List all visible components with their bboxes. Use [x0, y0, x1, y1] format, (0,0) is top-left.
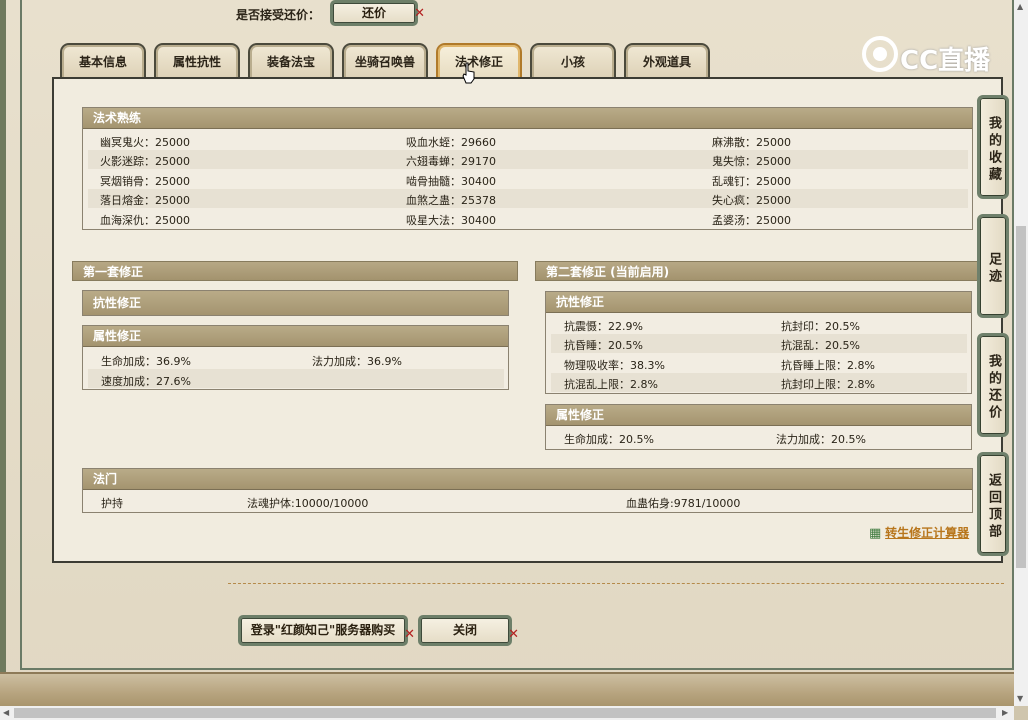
set1-resist-box: 抗性修正 [82, 290, 509, 316]
vertical-scroll-thumb[interactable] [1016, 226, 1026, 568]
spell-mastery-cell: 鬼失惊：25000 [712, 155, 791, 168]
horizontal-scrollbar[interactable]: ◀ ▶ [0, 706, 1014, 720]
tab-mounts-summons[interactable]: 坐骑召唤兽 [342, 43, 428, 79]
tab-basic-info[interactable]: 基本信息 [60, 43, 146, 79]
sect-cell: 护持 [101, 497, 123, 510]
tab-children[interactable]: 小孩 [530, 43, 616, 79]
spell-mastery-cell: 六翅毒蝉：29170 [406, 155, 496, 168]
spell-mastery-cell: 吸星大法：30400 [406, 214, 496, 227]
horizontal-scroll-thumb[interactable] [14, 708, 996, 718]
spell-mastery-cell: 麻沸散：25000 [712, 136, 791, 149]
calculator-icon: ▦ [869, 526, 882, 541]
watermark-text: CC直播 [900, 46, 991, 76]
spell-mastery-cell: 幽冥鬼火：25000 [100, 136, 190, 149]
vertical-scrollbar[interactable]: ▲ ▼ [1014, 0, 1028, 706]
set1-resist-title: 抗性修正 [83, 291, 508, 315]
set2-title: 第二套修正 (当前启用) [535, 261, 978, 281]
tab-appearance-items[interactable]: 外观道具 [624, 43, 710, 79]
side-footprints-button[interactable]: 足迹 [977, 214, 1009, 318]
spell-mastery-cell: 啮骨抽髓：30400 [406, 175, 496, 188]
spell-mastery-cell: 乱魂钉：25000 [712, 175, 791, 188]
sect-cell: 血蛊佑身:9781/10000 [626, 497, 741, 510]
accept-counter-offer-label: 是否接受还价： [236, 8, 321, 22]
tab-label: 外观道具 [642, 55, 691, 69]
rebirth-calc: ▦ 转生修正计算器 [869, 524, 969, 541]
set1-attr-cell: 生命加成：36.9% [101, 355, 191, 368]
tab-spell-correction[interactable]: 法术修正 [436, 43, 522, 79]
divider [228, 583, 1004, 584]
set2-attr-cell: 生命加成：20.5% [564, 433, 654, 446]
counter-offer-label: 还价 [361, 6, 386, 20]
spell-mastery-cell: 冥烟销骨：25000 [100, 175, 190, 188]
side-back-to-top-button[interactable]: 返回顶部 [977, 452, 1009, 556]
row-stripe [88, 189, 968, 208]
spell-mastery-cell: 失心疯：25000 [712, 194, 791, 207]
set2-resist-cell: 物理吸收率：38.3% [564, 359, 665, 372]
set2-resist-cell: 抗封印上限：2.8% [781, 378, 875, 391]
set2-resist-cell: 抗混乱：20.5% [781, 339, 860, 352]
spell-mastery-cell: 孟婆汤：25000 [712, 214, 791, 227]
sect-box: 法门 [82, 468, 973, 513]
side-my-offers-button[interactable]: 我的还价 [977, 333, 1009, 437]
spell-mastery-cell: 落日熔金：25000 [100, 194, 190, 207]
spell-mastery-cell: 血煞之蛊：25378 [406, 194, 496, 207]
spell-mastery-cell: 火影迷踪：25000 [100, 155, 190, 168]
set2-attr-title: 属性修正 [546, 405, 971, 426]
set2-resist-cell: 抗封印：20.5% [781, 320, 860, 333]
hand-cursor-icon [462, 62, 475, 84]
login-buy-button[interactable]: 登录"红颜知己"服务器购买 ✕ [238, 615, 415, 646]
spell-mastery-title: 法术熟练 [83, 108, 972, 129]
scroll-left-icon[interactable]: ◀ [3, 708, 9, 717]
sect-cell: 法魂护体:10000/10000 [247, 497, 369, 510]
row-stripe [88, 150, 968, 169]
set2-resist-cell: 抗昏睡上限：2.8% [781, 359, 875, 372]
close-x-icon: ✕ [414, 6, 425, 21]
spell-mastery-cell: 吸血水蛭：29660 [406, 136, 496, 149]
close-x-icon: ✕ [508, 627, 519, 642]
set2-resist-cell: 抗震慑：22.9% [564, 320, 643, 333]
set1-attr-title: 属性修正 [83, 326, 508, 347]
sect-title: 法门 [83, 469, 972, 490]
scroll-down-icon[interactable]: ▼ [1017, 694, 1023, 703]
scroll-right-icon[interactable]: ▶ [1002, 708, 1008, 717]
bottom-wood-border [0, 672, 1014, 706]
set2-resist-cell: 抗昏睡：20.5% [564, 339, 643, 352]
tab-label: 基本信息 [78, 55, 127, 69]
side-my-favorites-button[interactable]: 我的收藏 [977, 95, 1009, 199]
set1-attr-cell: 速度加成：27.6% [101, 375, 191, 388]
spell-mastery-cell: 血海深仇：25000 [100, 214, 190, 227]
set2-resist-title: 抗性修正 [546, 292, 971, 313]
tab-label: 小孩 [560, 55, 585, 69]
set1-title: 第一套修正 [72, 261, 518, 281]
tab-label: 坐骑召唤兽 [354, 55, 415, 69]
set1-attr-cell: 法力加成：36.9% [312, 355, 402, 368]
tab-equipment[interactable]: 装备法宝 [248, 43, 334, 79]
rebirth-calc-link[interactable]: 转生修正计算器 [885, 526, 969, 540]
counter-offer-button[interactable]: 还价 ✕ [330, 0, 425, 26]
close-button[interactable]: 关闭 ✕ [418, 615, 519, 646]
scroll-up-icon[interactable]: ▲ [1017, 2, 1023, 11]
set2-attr-cell: 法力加成：20.5% [776, 433, 866, 446]
tab-label: 属性抗性 [172, 55, 221, 69]
close-x-icon: ✕ [404, 627, 415, 642]
login-buy-label: 登录"红颜知己"服务器购买 [250, 623, 396, 637]
tab-attributes[interactable]: 属性抗性 [154, 43, 240, 79]
set2-resist-cell: 抗混乱上限：2.8% [564, 378, 658, 391]
close-label: 关闭 [452, 623, 477, 637]
tab-label: 装备法宝 [266, 55, 315, 69]
